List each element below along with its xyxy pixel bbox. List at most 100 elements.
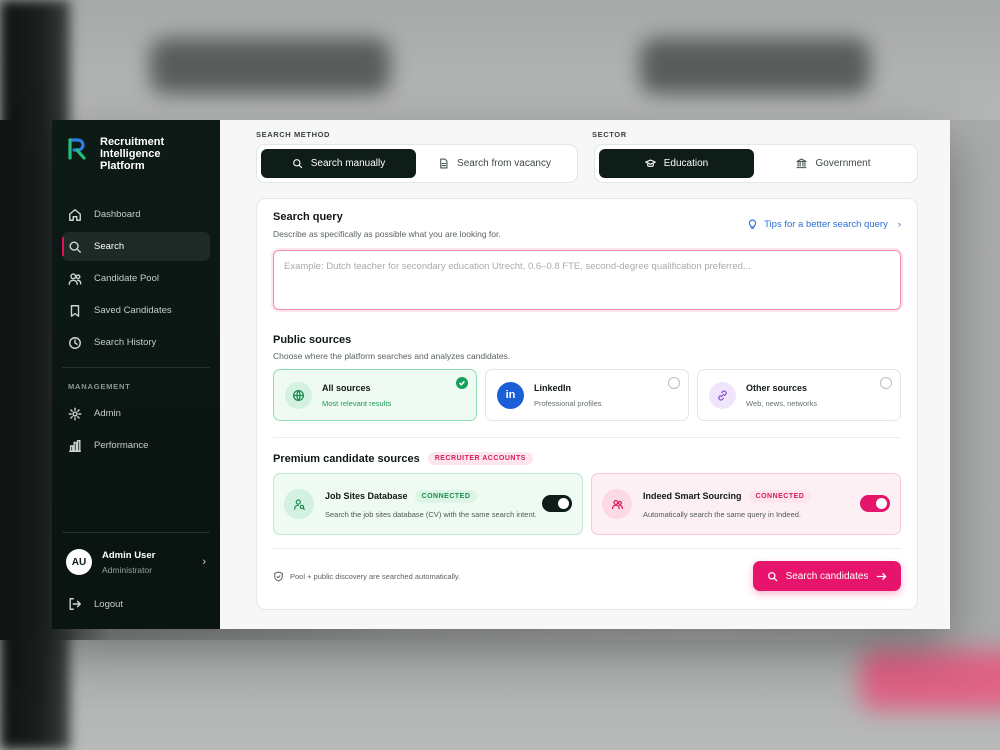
sector-government-button[interactable]: Government bbox=[754, 149, 913, 178]
link-icon bbox=[709, 381, 736, 409]
main-content: SEARCH METHOD SECTOR Search manually Sea… bbox=[220, 120, 950, 629]
search-manually-button[interactable]: Search manually bbox=[261, 149, 416, 178]
source-radio[interactable] bbox=[880, 377, 892, 389]
arrow-right-icon bbox=[877, 572, 887, 580]
brand-name-line2: Intelligence Platform bbox=[100, 148, 161, 172]
home-icon bbox=[68, 208, 82, 222]
recruiter-accounts-badge: RECRUITER ACCOUNTS bbox=[427, 452, 533, 465]
avatar: AU bbox=[66, 549, 92, 575]
clock-icon bbox=[68, 336, 82, 350]
source-radio[interactable] bbox=[668, 377, 680, 389]
section-divider bbox=[273, 437, 901, 438]
source-option-all[interactable]: All sources Most relevant results bbox=[273, 369, 477, 421]
search-from-vacancy-button[interactable]: Search from vacancy bbox=[416, 149, 573, 178]
premium-sources: Job Sites Database CONNECTED Search the … bbox=[273, 473, 901, 535]
footer-note: Pool + public discovery are searched aut… bbox=[273, 570, 461, 582]
search-candidates-button[interactable]: Search candidates bbox=[753, 561, 901, 591]
source-subtitle: Web, news, networks bbox=[746, 398, 818, 408]
brand-name-line1: Recruitment bbox=[100, 136, 165, 148]
connected-badge: CONNECTED bbox=[748, 489, 812, 503]
selector-row: Search manually Search from vacancy Educ… bbox=[256, 144, 918, 183]
premium-source-indeed: Indeed Smart Sourcing CONNECTED Automati… bbox=[591, 473, 901, 535]
source-subtitle: Most relevant results bbox=[322, 398, 392, 408]
indeed-toggle[interactable] bbox=[860, 495, 890, 512]
premium-header: Premium candidate sources RECRUITER ACCO… bbox=[273, 452, 901, 465]
user-block: AU Admin User Administrator › Logout bbox=[62, 532, 210, 611]
linkedin-icon: in bbox=[497, 381, 524, 409]
chevron-right-icon: › bbox=[202, 556, 206, 568]
government-building-icon bbox=[796, 158, 808, 169]
premium-source-desc: Automatically search the same query in I… bbox=[643, 509, 802, 519]
search-query-subtitle: Describe as specifically as possible wha… bbox=[273, 229, 501, 239]
sidebar-item-candidate-pool[interactable]: Candidate Pool bbox=[62, 264, 210, 293]
bookmark-icon bbox=[68, 304, 82, 318]
sidebar-item-search-history[interactable]: Search History bbox=[62, 328, 210, 357]
globe-icon bbox=[285, 381, 312, 409]
search-query-input[interactable]: Example: Dutch teacher for secondary edu… bbox=[273, 250, 901, 310]
brand[interactable]: Recruitment Intelligence Platform bbox=[62, 120, 210, 200]
sidebar-item-label: Search bbox=[94, 241, 125, 252]
source-subtitle: Professional profiles bbox=[534, 398, 602, 408]
connected-badge: CONNECTED bbox=[414, 489, 478, 503]
sector-toggle: Education Government bbox=[594, 144, 918, 183]
tips-label: Tips for a better search query bbox=[764, 219, 888, 230]
bar-chart-icon bbox=[68, 439, 82, 453]
source-title: LinkedIn bbox=[534, 382, 572, 393]
sidebar-item-label: Candidate Pool bbox=[94, 273, 159, 284]
user-role: Administrator bbox=[102, 564, 153, 575]
footer-note-text: Pool + public discovery are searched aut… bbox=[290, 571, 461, 581]
sidebar: Recruitment Intelligence Platform Dashbo… bbox=[52, 120, 220, 629]
public-sources-title: Public sources bbox=[273, 334, 352, 346]
sidebar-item-dashboard[interactable]: Dashboard bbox=[62, 200, 210, 229]
document-icon bbox=[440, 158, 448, 169]
source-option-linkedin[interactable]: in LinkedIn Professional profiles bbox=[485, 369, 689, 421]
premium-source-job-sites: Job Sites Database CONNECTED Search the … bbox=[273, 473, 583, 535]
sidebar-item-label: Admin bbox=[94, 408, 121, 419]
sidebar-item-label: Saved Candidates bbox=[94, 305, 172, 316]
search-icon bbox=[767, 571, 777, 581]
sector-education-label: Education bbox=[663, 158, 709, 169]
public-sources-subtitle: Choose where the platform searches and a… bbox=[273, 351, 511, 361]
sidebar-item-saved-candidates[interactable]: Saved Candidates bbox=[62, 296, 210, 325]
logout-icon bbox=[68, 597, 82, 611]
user-name: Admin User bbox=[102, 549, 156, 561]
logout-button[interactable]: Logout bbox=[62, 597, 210, 611]
check-icon bbox=[459, 380, 465, 386]
sidebar-item-performance[interactable]: Performance bbox=[62, 431, 210, 460]
sidebar-item-label: Search History bbox=[94, 337, 157, 348]
chevron-right-icon: › bbox=[897, 219, 901, 230]
logout-label: Logout bbox=[94, 598, 124, 610]
app-window: Recruitment Intelligence Platform Dashbo… bbox=[52, 120, 950, 629]
sidebar-item-admin[interactable]: Admin bbox=[62, 399, 210, 428]
sidebar-item-search[interactable]: Search bbox=[62, 232, 210, 261]
search-icon bbox=[292, 159, 302, 169]
sidebar-item-label: Dashboard bbox=[94, 209, 141, 220]
footer-divider bbox=[273, 548, 901, 549]
search-manually-label: Search manually bbox=[310, 158, 386, 169]
gear-icon bbox=[68, 407, 82, 421]
search-from-vacancy-label: Search from vacancy bbox=[457, 158, 551, 169]
user-menu[interactable]: AU Admin User Administrator › bbox=[62, 549, 210, 575]
card-footer: Pool + public discovery are searched aut… bbox=[273, 561, 901, 591]
top-labels: SEARCH METHOD SECTOR bbox=[256, 130, 918, 139]
source-radio-checked[interactable] bbox=[456, 377, 468, 389]
graduation-cap-icon bbox=[644, 159, 656, 167]
tips-link[interactable]: Tips for a better search query › bbox=[747, 219, 901, 230]
sidebar-item-label: Performance bbox=[94, 440, 149, 451]
job-sites-toggle[interactable] bbox=[542, 495, 572, 512]
source-option-other[interactable]: Other sources Web, news, networks bbox=[697, 369, 901, 421]
management-section-label: MANAGEMENT bbox=[68, 382, 131, 391]
shield-check-icon bbox=[274, 570, 283, 582]
source-title: Other sources bbox=[746, 382, 808, 393]
search-method-toggle: Search manually Search from vacancy bbox=[256, 144, 578, 183]
brand-logo-icon bbox=[68, 138, 86, 160]
search-icon bbox=[68, 240, 82, 254]
premium-source-title: Job Sites Database bbox=[325, 491, 408, 501]
sector-label: SECTOR bbox=[592, 130, 627, 139]
search-card: Search query Describe as specifically as… bbox=[256, 198, 918, 610]
users-icon bbox=[602, 489, 632, 519]
premium-source-desc: Search the job sites database (CV) with … bbox=[325, 509, 537, 519]
main-nav: Dashboard Search Candidate Pool Saved Ca… bbox=[62, 200, 210, 357]
sector-education-button[interactable]: Education bbox=[599, 149, 755, 178]
sector-government-label: Government bbox=[815, 158, 871, 169]
